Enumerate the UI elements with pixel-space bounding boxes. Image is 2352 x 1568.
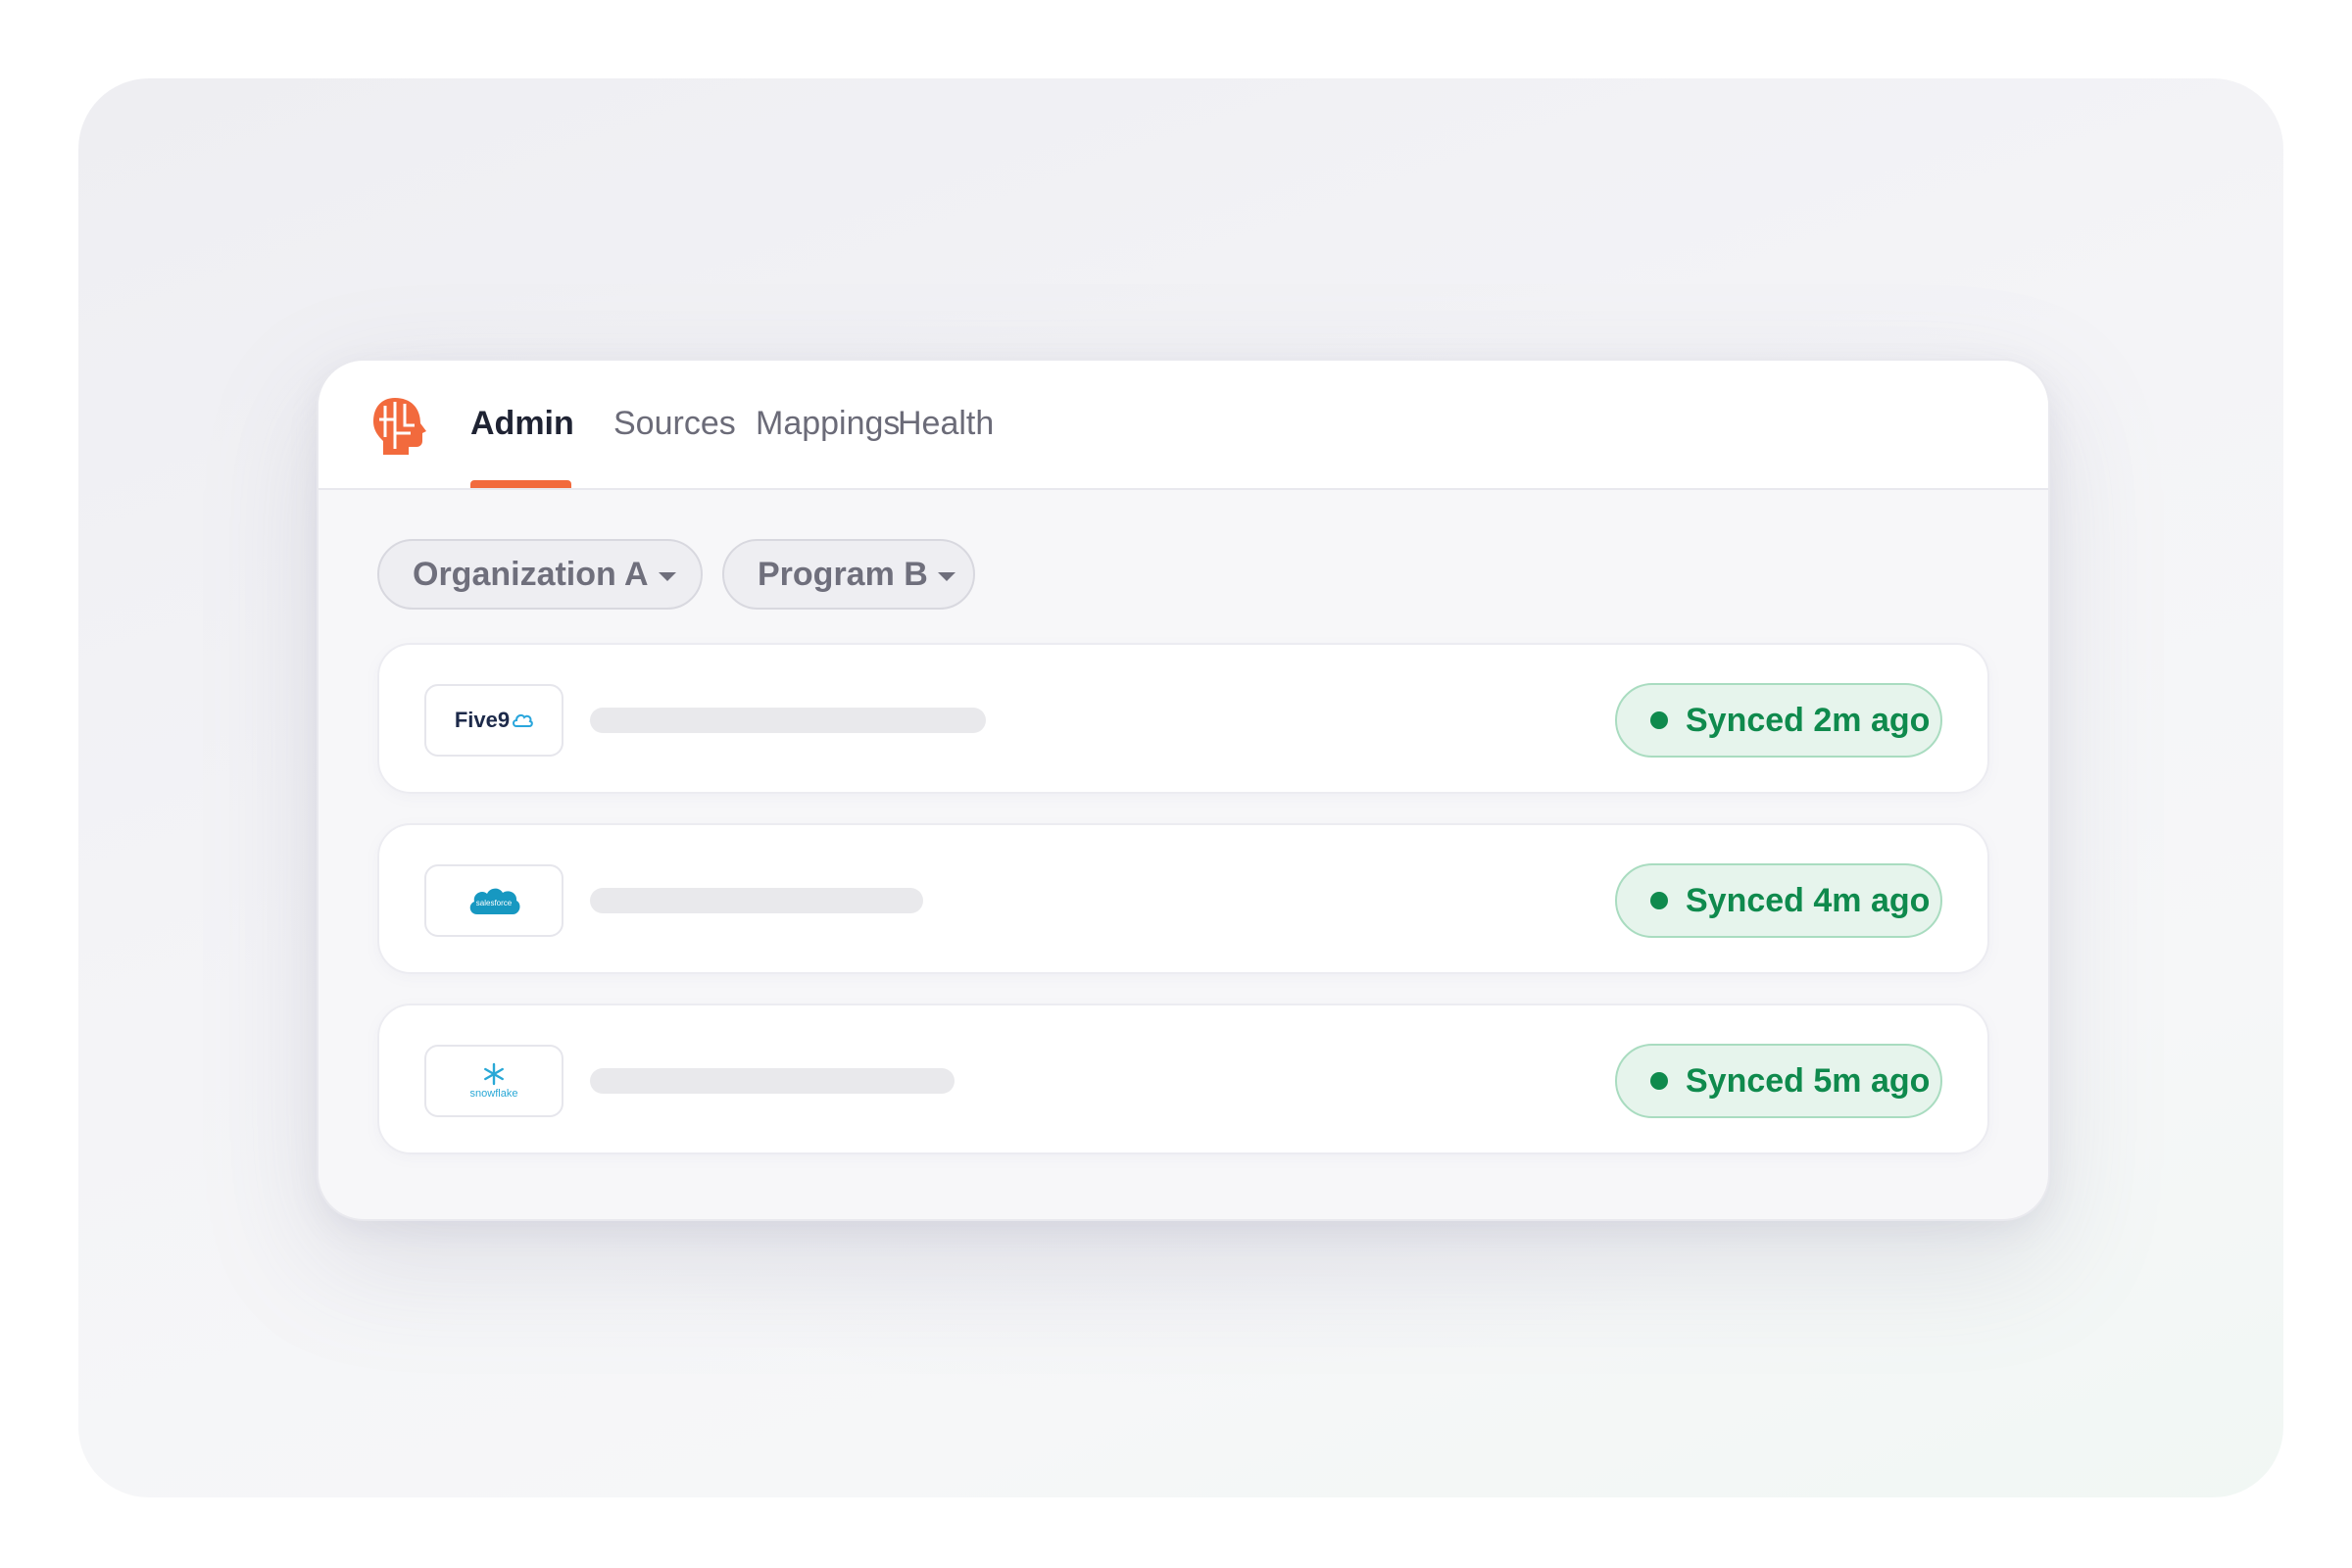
snowflake-logo: snowflake [424, 1045, 564, 1117]
status-dot-icon [1650, 711, 1668, 729]
status-text: Synced 4m ago [1686, 881, 1931, 919]
status-dot-icon [1650, 892, 1668, 909]
salesforce-logo: salesforce [424, 864, 564, 937]
top-nav: Admin Sources Mappings Health [318, 361, 2048, 490]
skeleton-bar [590, 888, 923, 913]
status-badge: Synced 5m ago [1615, 1044, 1942, 1118]
caret-down-icon [937, 571, 956, 581]
app-window: Admin Sources Mappings Health Organizati… [317, 359, 2050, 1221]
brain-head-icon[interactable] [371, 396, 426, 457]
salesforce-cloud-icon: salesforce [469, 888, 520, 914]
program-filter[interactable]: Program B [722, 539, 975, 610]
program-filter-label: Program B [758, 555, 928, 593]
snowflake-logo-text: snowflake [469, 1088, 518, 1100]
snowflake-icon [484, 1062, 504, 1086]
status-badge: Synced 4m ago [1615, 863, 1942, 938]
source-row-snowflake[interactable]: snowflake Synced 5m ago [377, 1004, 1989, 1154]
status-text: Synced 2m ago [1686, 701, 1931, 739]
salesforce-logo-text: salesforce [476, 899, 513, 907]
source-row-five9[interactable]: Five9 Synced 2m ago [377, 643, 1989, 794]
five9-logo-text: Five9 [454, 708, 511, 732]
status-badge: Synced 2m ago [1615, 683, 1942, 758]
tab-admin[interactable]: Admin [470, 400, 574, 447]
active-tab-indicator [470, 480, 571, 488]
tab-sources[interactable]: Sources [613, 400, 736, 447]
source-row-salesforce[interactable]: salesforce Synced 4m ago [377, 823, 1989, 974]
caret-down-icon [658, 571, 676, 581]
skeleton-bar [590, 708, 986, 733]
organization-filter-label: Organization A [413, 555, 649, 593]
tab-mappings[interactable]: Mappings [756, 400, 900, 447]
tab-health[interactable]: Health [898, 400, 994, 447]
status-text: Synced 5m ago [1686, 1061, 1931, 1100]
five9-logo: Five9 [424, 684, 564, 757]
skeleton-bar [590, 1068, 955, 1094]
status-dot-icon [1650, 1072, 1668, 1090]
organization-filter[interactable]: Organization A [377, 539, 703, 610]
cloud-icon [513, 713, 533, 727]
